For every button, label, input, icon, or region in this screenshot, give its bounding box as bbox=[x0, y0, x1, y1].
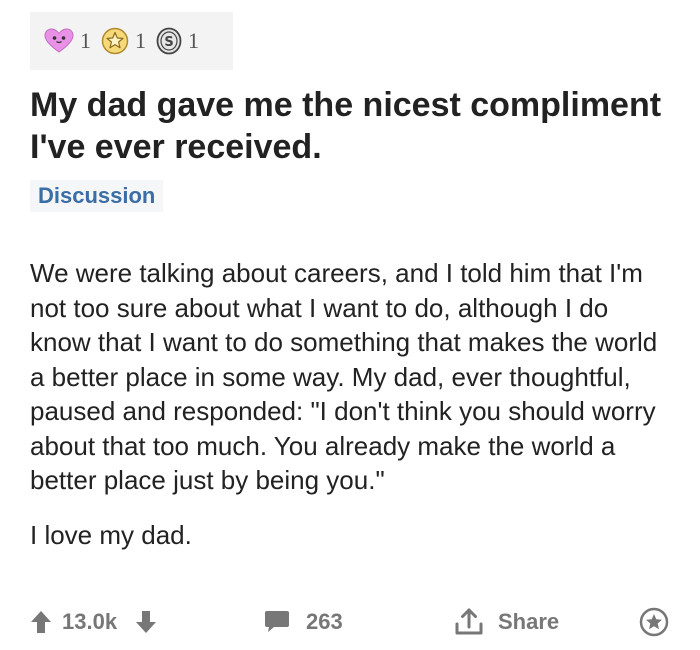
post-body: We were talking about careers, and I tol… bbox=[30, 256, 675, 572]
upvote-arrow-icon[interactable] bbox=[30, 610, 52, 634]
wholesome-award[interactable]: 1 bbox=[44, 28, 91, 54]
comment-count: 263 bbox=[306, 609, 343, 634]
post-paragraph: I love my dad. bbox=[30, 519, 192, 550]
action-bar: 13.0k 263 Share bbox=[30, 602, 675, 642]
gold-star-icon bbox=[101, 27, 129, 55]
award-star-icon bbox=[639, 607, 669, 637]
silver-award-count: 1 bbox=[188, 28, 199, 53]
vote-count: 13.0k bbox=[62, 609, 118, 634]
awards-bar: 1 1 S 1 bbox=[30, 12, 233, 70]
silver-coin-icon: S bbox=[156, 27, 182, 55]
award-button[interactable] bbox=[639, 602, 669, 642]
downvote-arrow-icon[interactable] bbox=[135, 610, 157, 634]
silver-award[interactable]: S 1 bbox=[156, 27, 199, 55]
heart-face-icon bbox=[44, 28, 74, 54]
wholesome-award-count: 1 bbox=[80, 28, 91, 53]
comment-bubble-icon bbox=[264, 610, 290, 634]
post-title[interactable]: My dad gave me the nicest compliment I'v… bbox=[30, 84, 670, 168]
svg-text:S: S bbox=[164, 35, 173, 50]
gold-award[interactable]: 1 bbox=[101, 27, 146, 55]
comments-button[interactable]: 263 bbox=[264, 602, 343, 642]
share-label: Share bbox=[498, 609, 560, 634]
share-icon bbox=[454, 607, 484, 637]
post-paragraph: We were talking about careers, and I tol… bbox=[30, 258, 658, 495]
vote-group: 13.0k bbox=[30, 602, 157, 642]
share-button[interactable]: Share bbox=[454, 602, 559, 642]
flair-badge[interactable]: Discussion bbox=[30, 180, 164, 212]
gold-award-count: 1 bbox=[135, 28, 146, 53]
